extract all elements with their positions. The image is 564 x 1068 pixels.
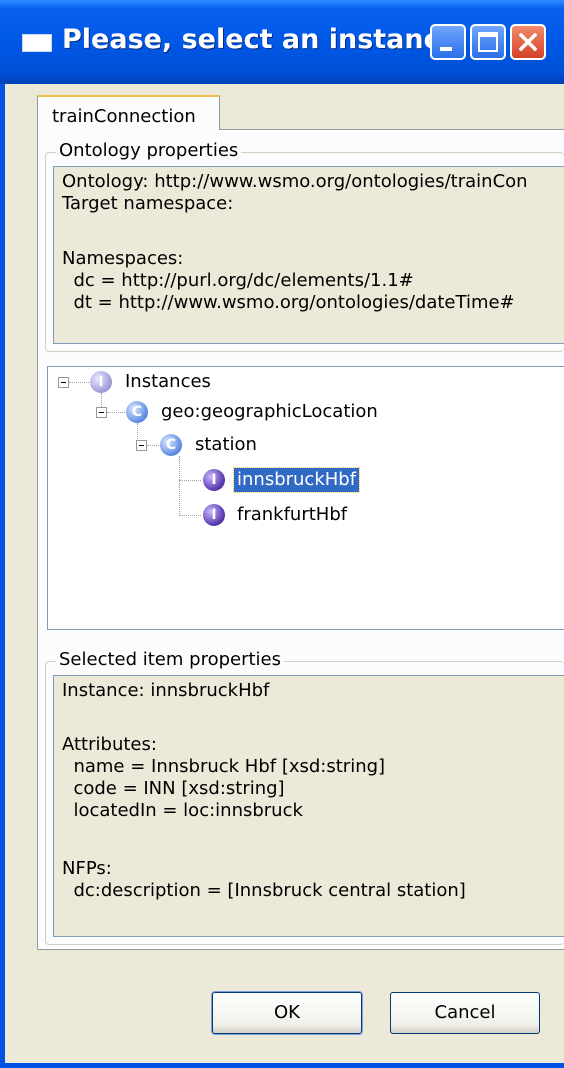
- tree-node-station[interactable]: station: [192, 433, 260, 457]
- property-line: Attributes:: [62, 734, 157, 755]
- tree-connector: [107, 412, 127, 413]
- minimize-icon[interactable]: [430, 24, 466, 60]
- property-line: code = INN [xsd:string]: [62, 778, 285, 799]
- ontology-line: dt = http://www.wsmo.org/ontologies/date…: [62, 292, 515, 313]
- ontology-properties-text[interactable]: Ontology: http://www.wsmo.org/ontologies…: [53, 166, 564, 344]
- ontology-line: dc = http://purl.org/dc/elements/1.1#: [62, 270, 414, 291]
- property-line: dc:description = [Innsbruck central stat…: [62, 880, 466, 901]
- expander-station[interactable]: [136, 440, 147, 451]
- class-icon: C: [126, 401, 148, 423]
- tree-connector: [179, 515, 201, 516]
- tree-node-innsbruckhbf[interactable]: innsbruckHbf: [232, 467, 361, 493]
- property-line: NFPs:: [62, 858, 112, 879]
- tree-connector: [179, 456, 180, 516]
- tree-connector: [69, 382, 89, 383]
- ontology-line: Target namespace:: [62, 193, 234, 214]
- tree-node-geographic-location[interactable]: geo:geographicLocation: [158, 400, 381, 424]
- tree-node-instances[interactable]: Instances: [122, 370, 214, 394]
- selected-item-properties-label: Selected item properties: [56, 649, 284, 670]
- expander-geographic-location[interactable]: [96, 407, 107, 418]
- instance-icon: I: [203, 504, 225, 526]
- expander-instances[interactable]: [58, 377, 69, 388]
- ontology-line: Namespaces:: [62, 248, 184, 269]
- selected-item-properties-text[interactable]: Instance: innsbruckHbf Attributes: name …: [53, 675, 564, 937]
- maximize-icon[interactable]: [470, 24, 506, 60]
- property-line: Instance: innsbruckHbf: [62, 680, 270, 701]
- ontology-line: Ontology: http://www.wsmo.org/ontologies…: [62, 171, 528, 192]
- cancel-button[interactable]: Cancel: [390, 992, 540, 1034]
- tree-connector: [147, 445, 159, 446]
- property-line: name = Innsbruck Hbf [xsd:string]: [62, 756, 386, 777]
- close-icon[interactable]: [510, 24, 546, 60]
- tree-node-frankfurthbf[interactable]: frankfurtHbf: [234, 503, 350, 527]
- class-icon: C: [160, 434, 182, 456]
- dialog-window: Please, select an instance. trainConnect…: [0, 0, 564, 1068]
- instance-icon: I: [203, 469, 225, 491]
- instance-tree[interactable]: I Instances C geo:geographicLocation C s…: [47, 366, 564, 630]
- tree-connector: [179, 480, 201, 481]
- ok-button[interactable]: OK: [211, 991, 363, 1035]
- property-line: locatedIn = loc:innsbruck: [62, 800, 303, 821]
- window-title: Please, select an instance.: [62, 24, 469, 55]
- window-icon: [22, 34, 52, 52]
- title-bar[interactable]: Please, select an instance.: [0, 0, 564, 84]
- ontology-properties-label: Ontology properties: [56, 140, 242, 161]
- tab-label: trainConnection: [52, 106, 196, 127]
- tab-trainconnection[interactable]: trainConnection: [37, 95, 220, 130]
- instance-root-icon: I: [90, 371, 112, 393]
